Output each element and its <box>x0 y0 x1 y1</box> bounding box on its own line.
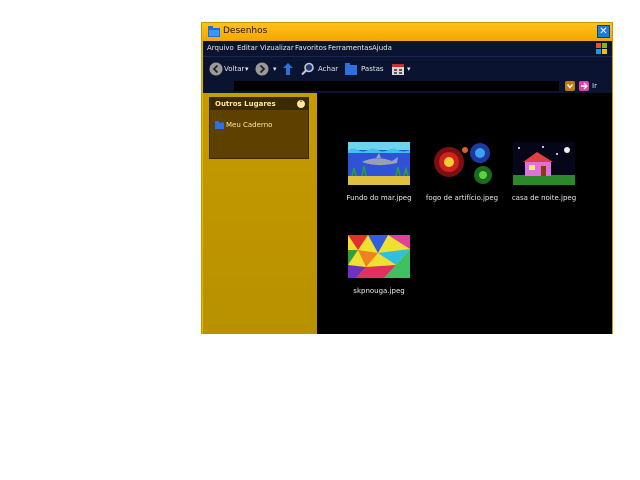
title-bar[interactable]: Desenhos ✕ <box>202 23 612 41</box>
windows-logo-icon <box>591 42 609 55</box>
views-dropdown-icon[interactable]: ▾ <box>407 62 411 76</box>
back-label: Voltar <box>224 65 245 73</box>
address-dropdown-icon[interactable] <box>565 81 575 91</box>
file-name: casa de noite.jpeg <box>511 194 577 202</box>
house-at-night-thumbnail <box>513 142 575 185</box>
search-label: Achar <box>318 65 339 73</box>
menu-editar[interactable]: Editar <box>237 44 258 52</box>
close-button[interactable]: ✕ <box>597 25 610 38</box>
forward-dropdown-icon[interactable]: ▾ <box>273 62 277 76</box>
views-button[interactable]: ▾ <box>391 62 413 76</box>
underwater-shark-thumbnail <box>348 142 410 185</box>
menu-ferramentas[interactable]: Ferramentas <box>328 44 372 52</box>
file-item[interactable]: casa de noite.jpeg <box>504 142 584 207</box>
address-input[interactable] <box>234 81 559 91</box>
folder-icon <box>215 121 224 129</box>
go-arrow-icon <box>579 81 589 91</box>
file-name: skpnouga.jpeg <box>353 287 405 295</box>
up-folder-icon[interactable] <box>282 62 294 76</box>
close-icon: ✕ <box>599 26 608 37</box>
forward-button[interactable]: ▾ <box>255 62 279 76</box>
colorful-shards-thumbnail <box>348 235 410 278</box>
menu-bar: Arquivo Editar Vizualizar Favoritos Ferr… <box>203 41 612 56</box>
folders-icon <box>345 63 357 75</box>
menu-favoritos[interactable]: Favoritos <box>295 44 327 52</box>
place-label: Meu Caderno <box>226 121 273 129</box>
forward-arrow-icon <box>255 62 269 76</box>
folder-icon <box>208 26 220 37</box>
menu-ajuda[interactable]: Ajuda <box>372 44 392 52</box>
menu-arquivo[interactable]: Arquivo <box>207 44 234 52</box>
back-arrow-icon <box>209 62 223 76</box>
window-title: Desenhos <box>223 26 268 36</box>
other-places-header[interactable]: Outros Lugares ⌃ <box>210 98 308 110</box>
toolbar: Voltar ▾ ▾ Achar Pastas ▾ <box>203 56 612 80</box>
file-item[interactable]: skpnouga.jpeg <box>339 235 419 300</box>
search-button[interactable]: Achar <box>301 62 341 76</box>
explorer-window: Desenhos ✕ Arquivo Editar Vizualizar Fav… <box>201 22 613 334</box>
menu-vizualizar[interactable]: Vizualizar <box>260 44 294 52</box>
file-name: fogo de artifício.jpeg <box>425 194 499 202</box>
other-places-panel: Outros Lugares ⌃ Meu Caderno <box>209 97 309 159</box>
panel-title: Outros Lugares <box>215 100 276 108</box>
go-button[interactable]: Ir <box>579 81 609 91</box>
views-grid-icon <box>392 64 404 75</box>
search-icon <box>301 62 314 76</box>
folders-label: Pastas <box>361 65 384 73</box>
task-pane: Outros Lugares ⌃ Meu Caderno <box>203 93 317 334</box>
folders-button[interactable]: Pastas <box>344 62 386 76</box>
collapse-chevron-icon[interactable]: ⌃ <box>297 100 305 108</box>
file-item[interactable]: Fundo do mar.jpeg <box>339 142 419 207</box>
file-name: Fundo do mar.jpeg <box>346 194 412 202</box>
go-label: Ir <box>592 82 597 90</box>
back-dropdown-icon[interactable]: ▾ <box>245 62 249 76</box>
back-button[interactable]: Voltar ▾ <box>209 62 251 76</box>
address-bar: Ir <box>203 79 612 93</box>
fireworks-thumbnail <box>431 142 493 185</box>
file-view: Fundo do mar.jpeg fogo de artifício.jpeg <box>317 93 612 334</box>
file-item[interactable]: fogo de artifício.jpeg <box>422 142 502 207</box>
